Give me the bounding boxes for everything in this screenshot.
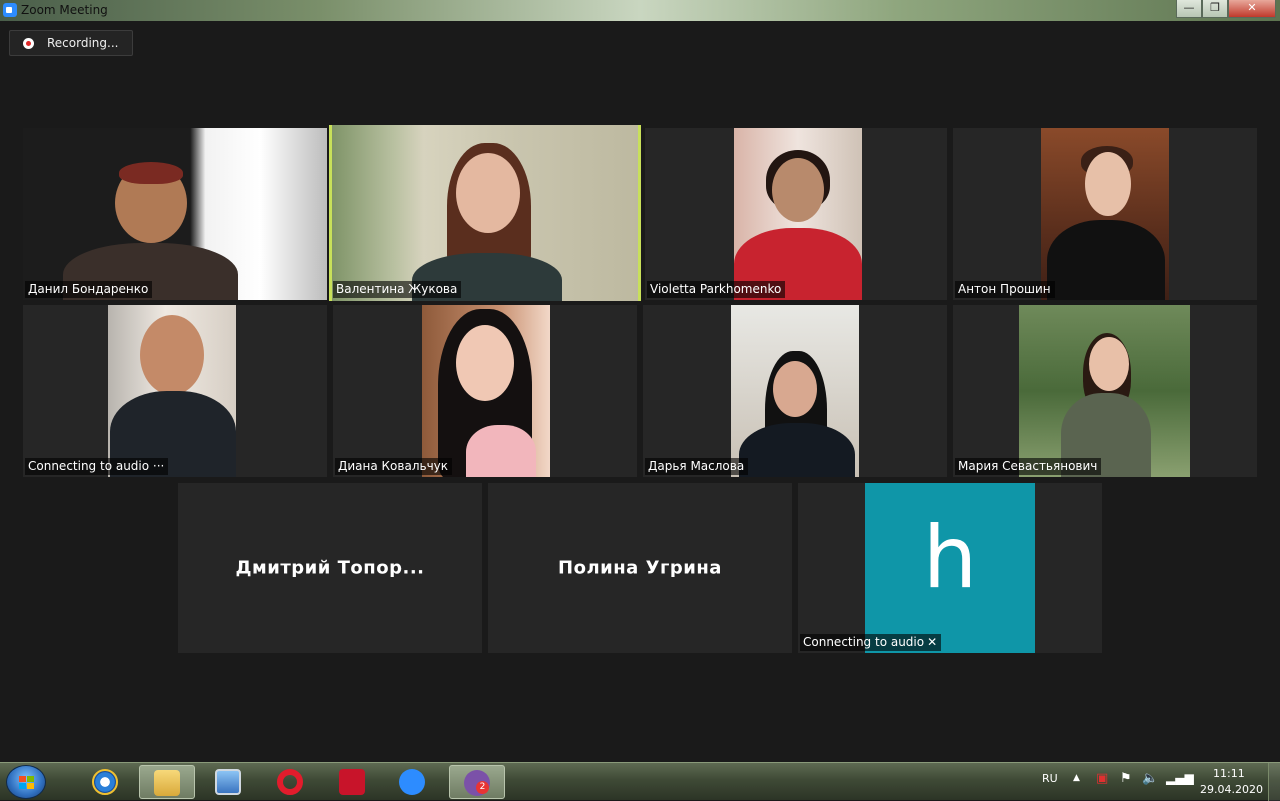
windows-logo-icon xyxy=(19,776,35,790)
show-hidden-icons-icon[interactable]: ▲ xyxy=(1073,773,1080,783)
recording-label: Recording... xyxy=(47,36,119,50)
clock-date[interactable]: 29.04.2020 xyxy=(1200,783,1263,796)
participant-tile[interactable]: Диана Ковальчук xyxy=(333,305,637,477)
show-desktop-button[interactable] xyxy=(1268,763,1280,801)
participant-tile[interactable]: Дарья Маслова xyxy=(643,305,947,477)
adobe-reader-icon xyxy=(339,769,365,795)
participant-video xyxy=(1019,305,1190,477)
taskbar-zoom[interactable] xyxy=(385,765,441,799)
participant-video xyxy=(422,305,550,477)
zoom-app-icon xyxy=(3,3,17,17)
windows-taskbar: RU ▲ ▣ ⚑ 🔈 ▂▄▆ 11:11 29.04.2020 xyxy=(0,762,1280,801)
language-indicator[interactable]: RU xyxy=(1042,772,1058,785)
taskbar-network[interactable] xyxy=(201,765,257,799)
internet-explorer-icon xyxy=(92,769,118,795)
close-icon[interactable]: ✕ xyxy=(927,635,937,649)
close-button[interactable]: ✕ xyxy=(1228,0,1276,18)
recording-indicator[interactable]: Recording... xyxy=(9,30,133,56)
participant-tile-active-speaker[interactable]: Валентина Жукова xyxy=(329,125,641,301)
participant-name: Connecting to audio ··· xyxy=(25,458,169,475)
connecting-audio-label: Connecting to audio xyxy=(803,635,925,649)
system-tray: RU ▲ ▣ ⚑ 🔈 ▂▄▆ 11:11 29.04.2020 xyxy=(1030,763,1280,801)
participant-name: Мария Севастьянович xyxy=(955,458,1102,475)
viber-notification-badge: 2 xyxy=(476,781,489,794)
record-dot-icon xyxy=(23,38,34,49)
taskbar-opera[interactable] xyxy=(263,765,319,799)
participant-name: Дарья Маслова xyxy=(645,458,749,475)
participant-avatar: h xyxy=(865,483,1035,653)
participant-video xyxy=(23,128,327,300)
participant-video xyxy=(731,305,859,477)
participant-name: Violetta Parkhomenko xyxy=(647,281,786,298)
zoom-icon xyxy=(399,769,425,795)
participant-tile[interactable]: Мария Севастьянович xyxy=(953,305,1257,477)
clock-time[interactable]: 11:11 xyxy=(1213,767,1245,780)
participant-video xyxy=(332,125,638,301)
network-icon xyxy=(215,769,241,795)
taskbar-internet-explorer[interactable] xyxy=(78,765,134,799)
participant-name-large: Дмитрий Топор... xyxy=(235,557,425,579)
title-bar: Zoom Meeting — ❐ ✕ xyxy=(0,0,1280,21)
participant-tile-avatar[interactable]: h Connecting to audio ✕ xyxy=(798,483,1102,653)
window-title: Zoom Meeting xyxy=(21,3,108,17)
participant-video xyxy=(1041,128,1169,300)
participant-name-large: Полина Угрина xyxy=(558,557,722,579)
participant-name: Антон Прошин xyxy=(955,281,1055,298)
participant-tile[interactable]: Connecting to audio ··· xyxy=(23,305,327,477)
zoom-meeting-window: Zoom Meeting — ❐ ✕ Recording... Данил Бо… xyxy=(0,0,1280,762)
participant-tile[interactable]: Антон Прошин xyxy=(953,128,1257,300)
signal-icon[interactable]: ▂▄▆ xyxy=(1166,771,1194,785)
file-explorer-icon xyxy=(154,770,180,796)
start-button[interactable] xyxy=(6,765,46,799)
participant-name: Диана Ковальчук xyxy=(335,458,453,475)
participant-tile-no-video[interactable]: Дмитрий Топор... xyxy=(178,483,482,653)
participant-tile-no-video[interactable]: Полина Угрина xyxy=(488,483,792,653)
participant-video xyxy=(734,128,862,300)
action-center-flag-icon[interactable]: ⚑ xyxy=(1120,771,1132,786)
opera-icon xyxy=(277,769,303,795)
participant-name: Данил Бондаренко xyxy=(25,281,153,298)
taskbar-adobe-reader[interactable] xyxy=(325,765,381,799)
maximize-button[interactable]: ❐ xyxy=(1202,0,1228,18)
participant-tile[interactable]: Данил Бондаренко xyxy=(23,128,327,300)
participant-tile[interactable]: Violetta Parkhomenko xyxy=(645,128,947,300)
volume-icon[interactable]: 🔈 xyxy=(1142,771,1158,786)
power-icon[interactable]: ▣ xyxy=(1096,771,1108,786)
participant-name: Connecting to audio ✕ xyxy=(800,634,942,651)
participant-video xyxy=(108,305,236,477)
minimize-button[interactable]: — xyxy=(1176,0,1202,18)
participant-name: Валентина Жукова xyxy=(333,281,462,298)
taskbar-file-explorer[interactable] xyxy=(139,765,195,799)
